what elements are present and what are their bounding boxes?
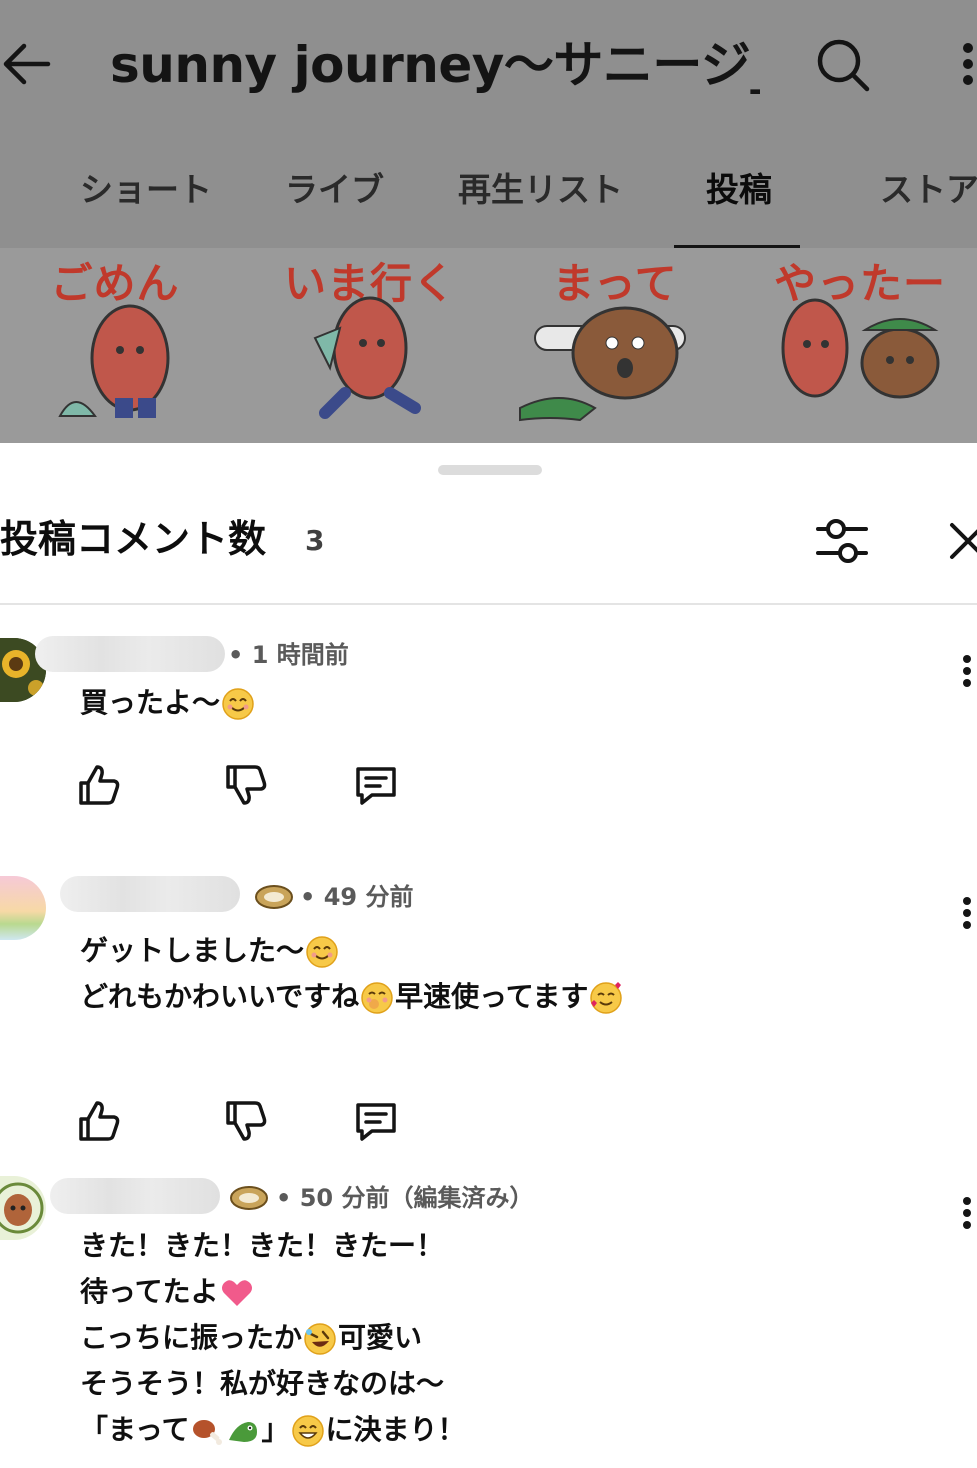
dislike-thumbs-down-icon[interactable] — [222, 761, 270, 809]
blurred-username[interactable] — [60, 876, 240, 912]
tab-live[interactable]: ライブ — [285, 165, 384, 215]
comment-text: どれもかわいいですね — [80, 980, 360, 1013]
close-icon — [950, 523, 977, 559]
more-vertical-icon — [963, 655, 971, 687]
shy-face-emoji-icon — [361, 982, 393, 1014]
comment-text: 可愛い — [338, 1321, 423, 1354]
back-button[interactable] — [0, 34, 60, 94]
arrow-left-icon — [3, 43, 51, 85]
potato-character-surprised-icon — [519, 306, 686, 422]
comment-text-line: そうそう！私が好きなのは～ — [80, 1362, 444, 1406]
sliders-icon — [816, 519, 868, 563]
comment-text-line: 「まって 」 に決まり！ — [80, 1408, 466, 1452]
character-avatar-icon — [0, 1176, 46, 1240]
search-icon — [817, 39, 870, 92]
comment-more-button[interactable] — [955, 893, 977, 933]
channel-page-background: sunny journey～サニージ_ ショート ライブ 再生リスト 投稿 スト… — [0, 0, 977, 443]
sticker-preview-banner: ごめん いま行く まって やったー — [0, 248, 977, 443]
comment-item: • 49 分前 ゲットしました～ どれもかわいいですね 早速使ってます — [0, 871, 977, 1141]
reply-comment-icon[interactable] — [352, 761, 400, 809]
comment-text: こっちに振ったか — [80, 1321, 303, 1354]
pink-heart-emoji-icon — [221, 1280, 252, 1306]
comment-text-line: 買ったよ～ — [80, 681, 256, 725]
comment-item: • 1 時間前 買ったよ～ — [0, 633, 977, 853]
more-options-button[interactable] — [950, 34, 977, 94]
app-bar: sunny journey～サニージ_ — [0, 0, 977, 130]
avatar[interactable] — [0, 1176, 46, 1240]
smiling-face-emoji-icon — [222, 688, 254, 720]
comment-text-line: どれもかわいいですね 早速使ってます — [80, 975, 624, 1019]
more-vertical-icon — [963, 1197, 971, 1229]
comment-text: 買ったよ～ — [80, 686, 221, 719]
sunset-avatar-icon — [0, 876, 46, 940]
comment-item: • 50 分前（編集済み） きた！きた！きた！きたー！ 待ってたよ こっちに振っ… — [0, 1171, 977, 1468]
drag-handle[interactable] — [438, 465, 542, 475]
crocodile-emoji-icon — [229, 1422, 258, 1442]
bean-character-running-icon — [313, 296, 421, 419]
tab-shorts[interactable]: ショート — [80, 165, 212, 215]
comment-text: 「まって — [80, 1413, 190, 1446]
comment-text: 早速使ってます — [395, 980, 589, 1013]
avatar[interactable] — [0, 876, 46, 940]
comments-bottom-sheet: 投稿コメント数 3 • 1 時間前 買ったよ～ • 49 分前 ゲットしました～… — [0, 443, 977, 1468]
more-vertical-icon — [963, 897, 971, 929]
member-badge-icon — [230, 1186, 268, 1210]
comment-text-line: 待ってたよ — [80, 1270, 255, 1314]
like-thumbs-up-icon[interactable] — [75, 761, 123, 809]
sort-filter-button[interactable] — [812, 515, 872, 567]
channel-tabs: ショート ライブ 再生リスト 投稿 ストア — [0, 145, 977, 250]
rolling-laughing-emoji-icon — [304, 1323, 336, 1355]
smiling-face-with-hearts-emoji-icon — [590, 982, 623, 1014]
comment-count: 3 — [305, 524, 325, 557]
sticker-gomen: ごめん — [0, 248, 230, 443]
characters-celebrating-icon — [781, 298, 940, 399]
comment-text-line: きた！きた！きた！きたー！ — [80, 1224, 444, 1268]
comment-text: そうそう！私が好きなのは～ — [80, 1367, 445, 1400]
comment-text: 」 — [261, 1413, 290, 1446]
comment-text-line: ゲットしました～ — [80, 929, 340, 973]
sheet-title: 投稿コメント数 — [0, 517, 267, 561]
search-button[interactable] — [812, 34, 872, 94]
tab-store[interactable]: ストア — [880, 165, 977, 215]
grinning-face-emoji-icon — [291, 1415, 324, 1447]
smiling-face-emoji-icon — [306, 936, 338, 968]
reply-comment-icon[interactable] — [352, 1097, 400, 1145]
comment-text: 待ってたよ — [80, 1275, 219, 1308]
comment-text: に決まり！ — [325, 1413, 466, 1446]
comment-more-button[interactable] — [955, 1193, 977, 1233]
comment-more-button[interactable] — [955, 651, 977, 691]
close-button[interactable] — [946, 515, 977, 567]
more-vertical-icon — [963, 43, 973, 85]
comment-timestamp: • 1 時間前 — [228, 641, 349, 669]
comment-text: きた！きた！きた！きたー！ — [80, 1229, 445, 1262]
blurred-username[interactable] — [50, 1178, 220, 1214]
comment-text-line: こっちに振ったか 可愛い — [80, 1316, 422, 1360]
member-badge-icon — [255, 885, 293, 909]
bean-character-sad-icon — [58, 304, 170, 418]
blurred-username[interactable] — [35, 636, 225, 672]
dislike-thumbs-down-icon[interactable] — [222, 1097, 270, 1145]
like-thumbs-up-icon[interactable] — [75, 1097, 123, 1145]
tab-playlists[interactable]: 再生リスト — [458, 165, 623, 215]
divider — [0, 603, 977, 605]
meat-on-bone-emoji-icon — [193, 1420, 223, 1445]
sticker-ima-iku: いま行く — [255, 248, 485, 443]
sticker-matte: まって — [500, 248, 730, 443]
sticker-yatta: やったー — [745, 248, 975, 443]
comment-text: ゲットしました～ — [80, 934, 305, 967]
channel-title: sunny journey～サニージ_ — [110, 36, 760, 94]
comment-timestamp: • 50 分前（編集済み） — [276, 1184, 534, 1212]
tab-posts[interactable]: 投稿 — [706, 165, 772, 215]
comment-timestamp: • 49 分前 — [300, 883, 414, 911]
